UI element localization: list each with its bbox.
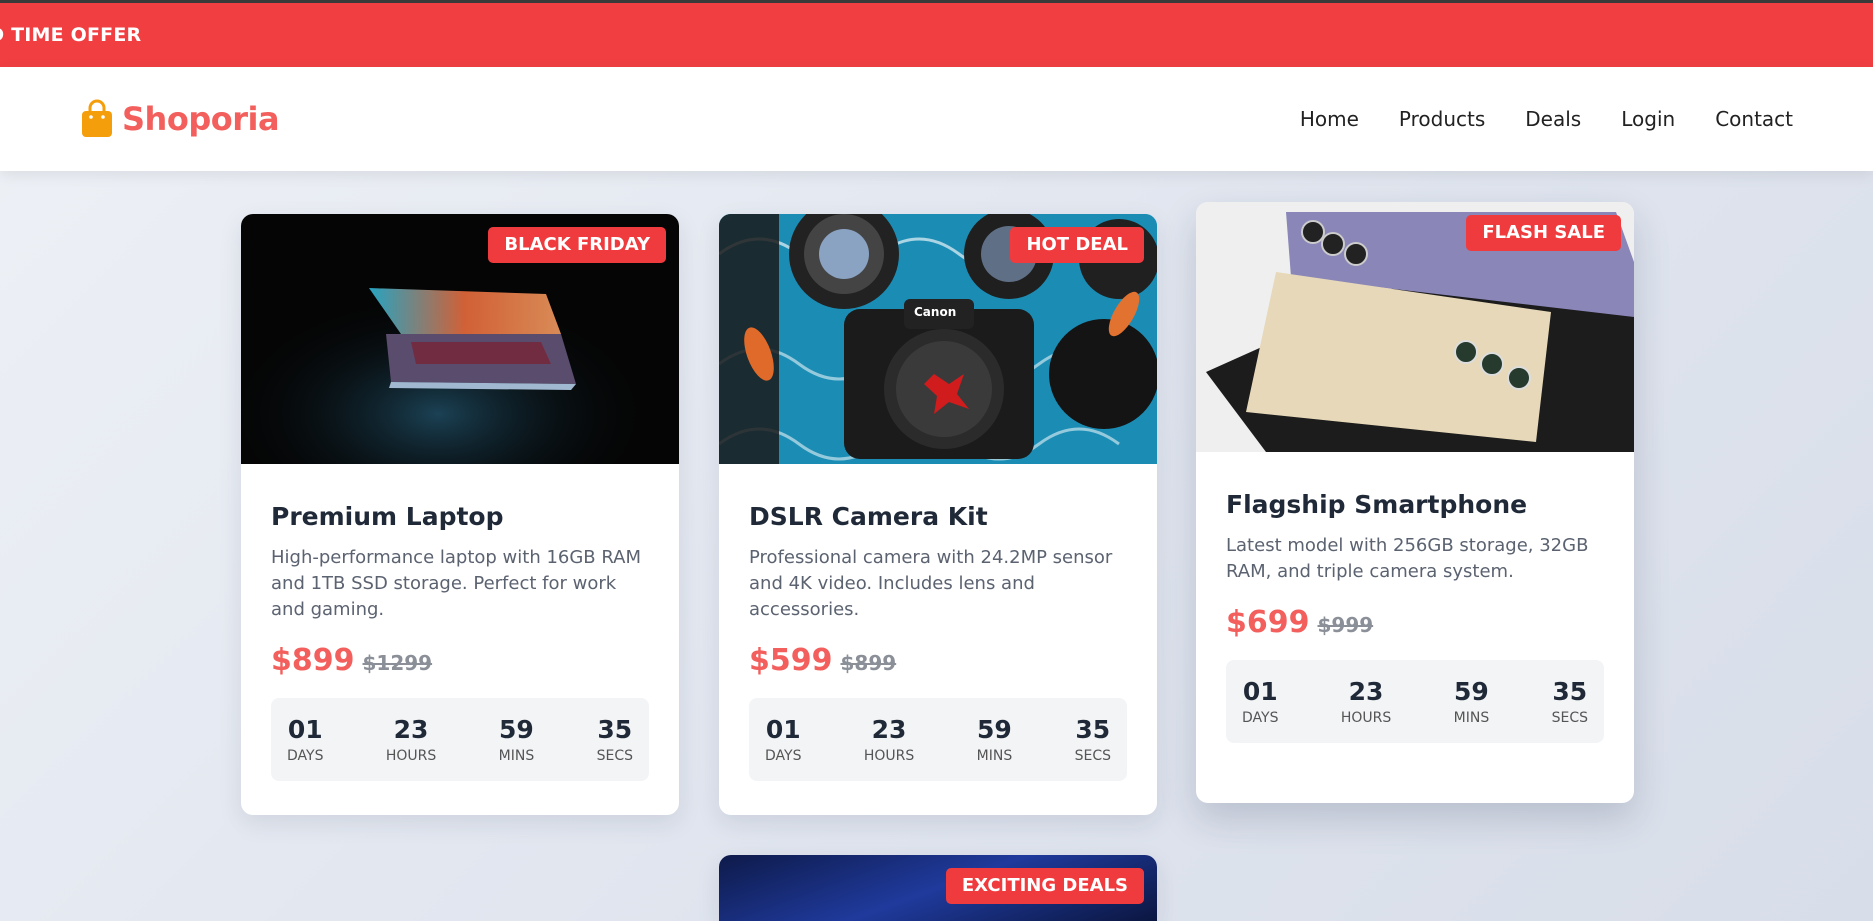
countdown-hours: 23 HOURS [863,714,915,764]
countdown-label: SECS [1551,709,1588,726]
laptop-image: BLACK FRIDAY [241,214,679,464]
navbar: Shoporia Home Products Deals Login Conta… [0,67,1873,171]
countdown-timer: 01 DAYS 23 HOURS 59 MINS 35 SECS [749,698,1127,781]
countdown-secs: 35 SECS [1551,676,1588,726]
countdown-secs: 35 SECS [1074,714,1111,764]
original-price: $1299 [362,651,433,675]
countdown-label: MINS [1453,709,1490,726]
nav-links: Home Products Deals Login Contact [1300,67,1793,171]
card-body: DSLR Camera Kit Professional camera with… [719,464,1157,811]
card-body: Premium Laptop High-performance laptop w… [241,464,679,811]
product-description: Latest model with 256GB storage, 32GB RA… [1226,535,1589,582]
countdown-label: DAYS [287,747,324,764]
countdown-value: 59 [1454,676,1489,706]
sale-price: $599 [749,643,833,678]
countdown-label: MINS [498,747,535,764]
nav-products[interactable]: Products [1399,107,1485,131]
countdown-value: 35 [1075,714,1111,744]
countdown-label: DAYS [1242,709,1279,726]
badge-flash-sale: FLASH SALE [1466,215,1621,251]
countdown-value: 23 [393,714,429,744]
product-card-exciting-deals[interactable]: EXCITING DEALS [719,855,1157,921]
shopping-bag-icon [80,99,114,139]
nav-contact[interactable]: Contact [1715,107,1793,131]
countdown-value: 35 [1552,676,1588,706]
nav-home[interactable]: Home [1300,107,1359,131]
countdown-label: HOURS [385,747,437,764]
original-price: $899 [840,651,897,675]
ticker-text: TED TIME OFFER [0,24,142,46]
smartphone-image: FLASH SALE [1196,202,1634,452]
price-row: $599 $899 [749,643,1127,678]
countdown-days: 01 DAYS [1242,676,1279,726]
fabric-image: EXCITING DEALS [719,855,1157,921]
product-card-laptop[interactable]: BLACK FRIDAY Premium Laptop High-perform… [241,214,679,815]
countdown-label: HOURS [1340,709,1392,726]
countdown-mins: 59 MINS [976,714,1013,764]
badge-exciting-deals: EXCITING DEALS [945,868,1144,904]
countdown-label: SECS [596,747,633,764]
price-row: $699 $999 [1226,605,1604,640]
price-row: $899 $1299 [271,643,649,678]
svg-text:Canon: Canon [914,305,956,319]
product-card-smartphone[interactable]: FLASH SALE Flagship Smartphone Latest mo… [1196,202,1634,803]
product-description: Professional camera with 24.2MP sensor a… [749,547,1113,620]
countdown-value: 59 [499,714,534,744]
nav-deals[interactable]: Deals [1525,107,1581,131]
countdown-timer: 01 DAYS 23 HOURS 59 MINS 35 SECS [271,698,649,781]
product-title: Flagship Smartphone [1226,490,1528,519]
countdown-value: 23 [871,714,907,744]
card-body: Flagship Smartphone Latest model with 25… [1196,452,1634,773]
product-title: Premium Laptop [271,502,504,531]
sale-price: $699 [1226,605,1310,640]
brand-logo-link[interactable]: Shoporia [80,99,280,139]
badge-hot-deal: HOT DEAL [1010,227,1144,263]
countdown-label: HOURS [863,747,915,764]
countdown-label: DAYS [765,747,802,764]
badge-black-friday: BLACK FRIDAY [488,227,666,263]
camera-image: Canon HOT DEAL [719,214,1157,464]
countdown-value: 35 [597,714,633,744]
countdown-value: 01 [1242,676,1278,706]
countdown-value: 23 [1348,676,1384,706]
promo-ticker: TED TIME OFFER [0,3,1873,67]
countdown-hours: 23 HOURS [1340,676,1392,726]
countdown-value: 01 [765,714,801,744]
countdown-secs: 35 SECS [596,714,633,764]
brand-name: Shoporia [122,100,280,138]
nav-login[interactable]: Login [1621,107,1675,131]
countdown-hours: 23 HOURS [385,714,437,764]
countdown-timer: 01 DAYS 23 HOURS 59 MINS 35 SECS [1226,660,1604,743]
countdown-days: 01 DAYS [287,714,324,764]
original-price: $999 [1317,613,1374,637]
product-card-camera[interactable]: Canon HOT DEAL DSLR Camera Kit Professio… [719,214,1157,815]
countdown-value: 01 [287,714,323,744]
sale-price: $899 [271,643,355,678]
countdown-days: 01 DAYS [765,714,802,764]
countdown-label: MINS [976,747,1013,764]
countdown-mins: 59 MINS [498,714,535,764]
countdown-label: SECS [1074,747,1111,764]
product-title: DSLR Camera Kit [749,502,988,531]
countdown-value: 59 [977,714,1012,744]
countdown-mins: 59 MINS [1453,676,1490,726]
product-description: High-performance laptop with 16GB RAM an… [271,547,641,620]
